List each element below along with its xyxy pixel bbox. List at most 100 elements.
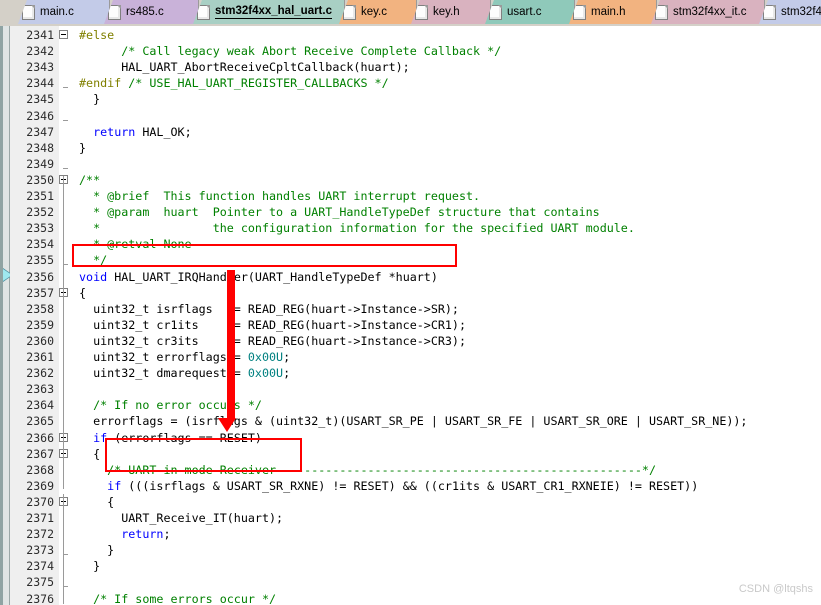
code-line[interactable]: { — [79, 494, 114, 510]
editor-tab-label: main.h — [591, 5, 626, 18]
code-line[interactable]: */ — [79, 252, 107, 268]
code-line[interactable]: } — [79, 140, 86, 156]
code-token: if — [107, 478, 122, 493]
line-number: 2375 — [26, 575, 54, 590]
line-number: 2359 — [26, 317, 54, 332]
code-line[interactable]: uint32_t isrflags = READ_REG(huart->Inst… — [79, 301, 459, 317]
code-token: { — [79, 285, 87, 300]
line-number: 2372 — [26, 527, 54, 542]
line-number: 2366 — [26, 430, 54, 445]
editor-tab-label: key.c — [361, 5, 387, 18]
code-line[interactable]: void HAL_UART_IRQHandler(UART_HandleType… — [79, 269, 438, 285]
code-token: 0x00U — [247, 350, 284, 364]
line-number-gutter: 2341 2342 2343 2344 2345 2346 2347 2348 2349 2350… — [10, 26, 59, 605]
line-number: 2373 — [26, 543, 54, 558]
editor-tab-key-h[interactable]: key.h — [411, 0, 491, 24]
line-number: 2356 — [26, 269, 54, 284]
line-number: 2350 — [26, 172, 54, 187]
line-number: 2367 — [26, 446, 54, 461]
code-token: /* USE_HAL_UART_REGISTER_CALLBACKS */ — [121, 76, 389, 91]
code-line[interactable]: } — [79, 91, 100, 107]
line-number: 2345 — [26, 92, 54, 107]
code-line[interactable]: * the configuration information for the … — [79, 220, 635, 236]
line-number: 2370 — [26, 494, 54, 509]
line-number: 2351 — [26, 189, 54, 203]
code-line[interactable]: #endif /* USE_HAL_UART_REGISTER_CALLBACK… — [79, 75, 389, 91]
fold-collapse-box[interactable] — [59, 30, 68, 39]
line-number: 2353 — [26, 221, 54, 236]
code-line[interactable]: /* Call legacy weak Abort Receive Comple… — [79, 43, 501, 59]
code-line[interactable]: return; — [79, 526, 170, 542]
code-token: HAL_OK; — [135, 124, 192, 139]
line-number: 2349 — [26, 156, 54, 171]
code-line[interactable]: uint32_t cr1its = READ_REG(huart->Instan… — [79, 317, 466, 333]
line-number: 2369 — [26, 478, 54, 493]
code-token: uint32_t errorflags = — [79, 350, 248, 364]
editor-tab-usart-c[interactable]: usart.c — [485, 0, 575, 24]
code-line[interactable]: /* If some errors occur */ — [79, 591, 276, 605]
code-token: } — [79, 559, 101, 574]
fold-end-tick — [63, 119, 68, 121]
code-token: errorflags = (isrflags & (uint32_t)(USAR… — [79, 414, 748, 429]
downward-pointer-arrow-shaft — [227, 270, 235, 418]
code-line[interactable]: * @retval None — [79, 236, 192, 252]
editor-tab-stm32f4xx-hal-uart-c[interactable]: stm32f4xx_hal_uart.c — [193, 0, 345, 24]
line-number: 2376 — [26, 591, 54, 605]
code-folding-margin[interactable] — [59, 26, 77, 605]
code-token: void — [79, 269, 108, 284]
code-token: HAL_UART_AbortReceiveCpltCallback(huart)… — [79, 60, 410, 75]
code-token: HAL_UART_IRQHandler(UART_HandleTypeDef *… — [107, 269, 438, 284]
editor-pane[interactable]: 2341 2342 2343 2344 2345 2346 2347 2348 2349 2350… — [0, 26, 821, 605]
code-text-area[interactable]: #else /* Call legacy weak Abort Receive … — [77, 26, 821, 605]
editor-tab-label: key.h — [433, 5, 460, 18]
code-line[interactable]: if (((isrflags & USART_SR_RXNE) != RESET… — [79, 478, 698, 494]
fold-guide-line — [63, 494, 64, 604]
line-number: 2358 — [26, 301, 54, 316]
code-token: uint32_t isrflags = READ_REG(huart->Inst… — [79, 301, 459, 316]
line-number: 2364 — [26, 398, 54, 413]
code-line[interactable]: { — [79, 446, 100, 462]
editor-tab-stm32f4xx-it-c[interactable]: stm32f4xx_it.c — [651, 0, 765, 24]
code-token: /* Call legacy weak Abort Receive Comple… — [79, 44, 502, 59]
editor-tab-main-h[interactable]: main.h — [569, 0, 657, 24]
bookmark-margin[interactable] — [0, 26, 13, 605]
code-line[interactable]: } — [79, 542, 114, 558]
code-line[interactable]: /** — [79, 172, 100, 188]
code-line[interactable]: return HAL_OK; — [79, 124, 192, 140]
code-line[interactable]: /* UART in mode Receiver ---------------… — [79, 462, 656, 478]
downward-pointer-arrow-head — [218, 418, 236, 432]
editor-tab-bar[interactable]: main.c rs485.c stm32f4xx_hal_uart.c key.c ke… — [0, 0, 821, 26]
code-line[interactable]: * @brief This function handles UART inte… — [79, 188, 480, 204]
editor-tab-key-c[interactable]: key.c — [339, 0, 417, 24]
editor-tab-main-c[interactable]: main.c — [18, 0, 110, 24]
code-token: uint32_t cr3its = READ_REG(huart->Instan… — [79, 333, 467, 348]
line-number: 2341 — [26, 28, 54, 42]
code-line[interactable]: errorflags = (isrflags & (uint32_t)(USAR… — [79, 413, 747, 429]
line-number: 2363 — [26, 382, 54, 397]
code-token: /* If some errors occur */ — [79, 591, 277, 605]
code-token: UART_Receive_IT(huart); — [79, 511, 284, 525]
code-token: #else — [79, 28, 115, 42]
code-line[interactable]: #else — [79, 27, 114, 43]
code-line[interactable]: uint32_t dmarequest = 0x00U; — [79, 365, 290, 381]
code-line[interactable]: UART_Receive_IT(huart); — [79, 510, 283, 526]
code-token: ; — [283, 350, 291, 364]
line-number: 2344 — [26, 76, 54, 91]
code-token: } — [79, 92, 101, 107]
code-line[interactable]: HAL_UART_AbortReceiveCpltCallback(huart)… — [79, 59, 410, 75]
code-line[interactable]: uint32_t errorflags = 0x00U; — [79, 349, 290, 365]
editor-tab-label: stm32f4xx_it.c — [673, 5, 747, 18]
editor-tab-stm32f4xx-[interactable]: stm32f4xx_ — [759, 0, 821, 24]
fold-end-tick — [63, 87, 68, 89]
editor-tab-label: usart.c — [507, 5, 542, 18]
watermark-text: CSDN @ltqshs — [738, 583, 813, 595]
code-line[interactable]: uint32_t cr3its = READ_REG(huart->Instan… — [79, 333, 466, 349]
code-line[interactable]: { — [79, 285, 86, 301]
editor-tab-rs485-c[interactable]: rs485.c — [104, 0, 199, 24]
line-number: 2374 — [26, 559, 54, 574]
code-token: uint32_t cr1its = READ_REG(huart->Instan… — [79, 317, 467, 332]
code-line[interactable]: * @param huart Pointer to a UART_HandleT… — [79, 204, 600, 220]
code-line[interactable]: } — [79, 558, 100, 574]
code-token: ; — [283, 366, 291, 381]
